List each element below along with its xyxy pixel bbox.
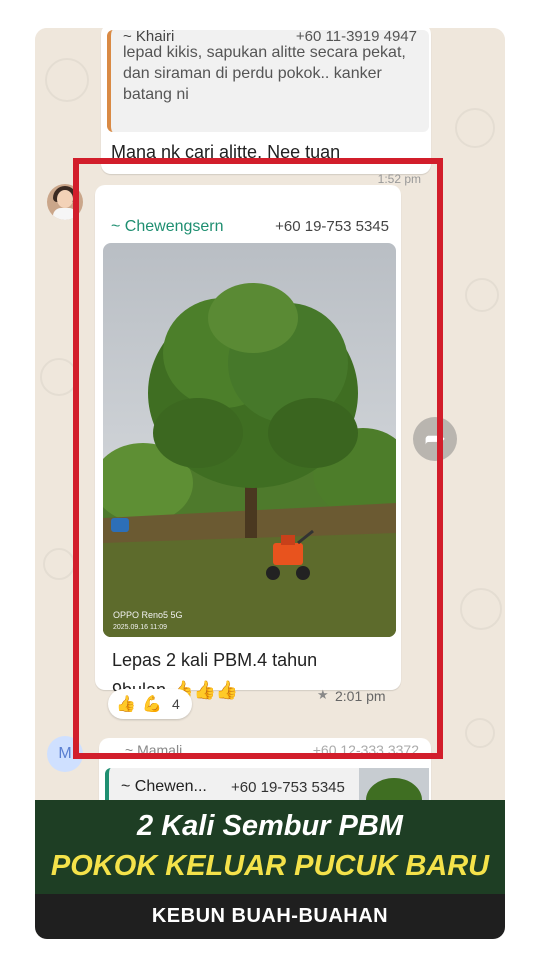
title-banner: 2 Kali Sembur PBM POKOK KELUAR PUCUK BAR… bbox=[35, 800, 505, 898]
highlight-frame bbox=[73, 158, 443, 759]
quoted-photo-thumbnail bbox=[359, 768, 429, 800]
post-card: ~ Khairi +60 11-3919 4947 lepad kikis, s… bbox=[35, 28, 505, 939]
quoted-message[interactable]: ~ Khairi +60 11-3919 4947 lepad kikis, s… bbox=[107, 28, 429, 132]
quoted-text: lepad kikis, sapukan alitte secara pekat… bbox=[123, 44, 406, 103]
banner-title-line-2: POKOK KELUAR PUCUK BARU bbox=[50, 850, 490, 882]
next-quoted-message[interactable]: ~ Chewen... +60 19-753 5345 bbox=[105, 768, 429, 800]
footer-bar: KEBUN BUAH-BUAHAN bbox=[35, 894, 505, 939]
chat-screenshot: ~ Khairi +60 11-3919 4947 lepad kikis, s… bbox=[35, 28, 505, 800]
footer-label: KEBUN BUAH-BUAHAN bbox=[151, 905, 389, 927]
previous-message-bubble[interactable]: ~ Khairi +60 11-3919 4947 lepad kikis, s… bbox=[101, 28, 431, 186]
next-quoted-number: +60 19-753 5345 bbox=[231, 779, 345, 796]
banner-title-line-1: 2 Kali Sembur PBM bbox=[137, 810, 403, 842]
next-quoted-sender: ~ Chewen... bbox=[121, 778, 207, 795]
